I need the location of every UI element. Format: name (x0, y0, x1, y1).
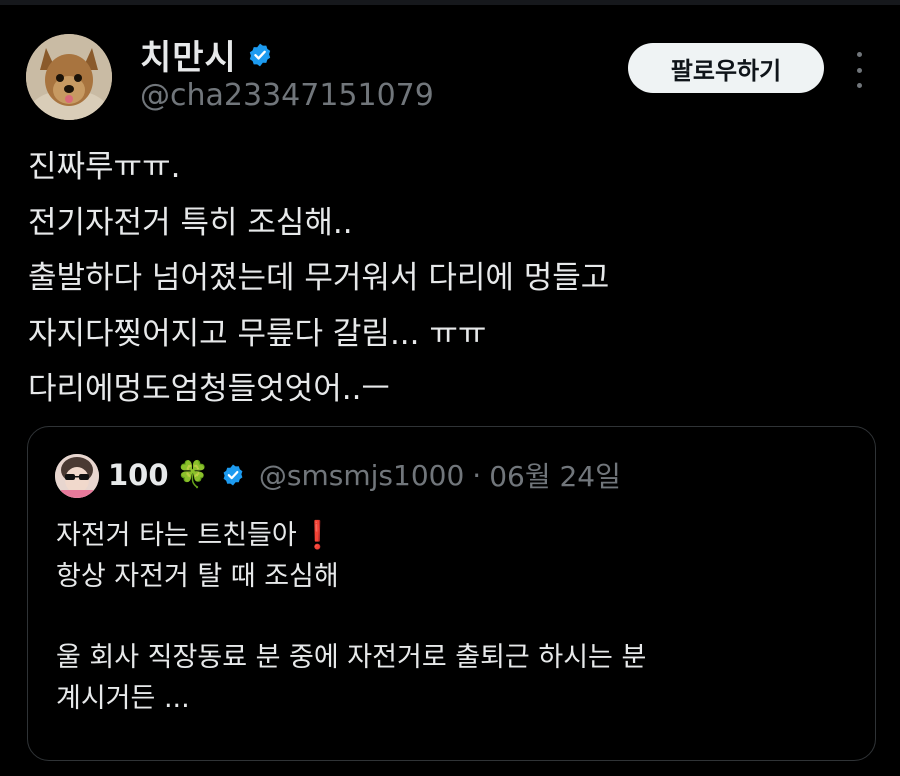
quoted-line: 항상 자전거 탈 때 조심해 (56, 561, 339, 592)
top-divider (0, 0, 900, 5)
quoted-line: 계시거든 ... (56, 683, 190, 714)
quoted-tweet-text: 자전거 타는 트친들아 ❗ 항상 자전거 탈 때 조심해 울 회사 직장동료 분 … (56, 515, 856, 719)
verified-badge-icon (249, 43, 271, 66)
author-handle[interactable]: @cha23347151079 (140, 78, 434, 113)
quoted-handle[interactable]: @smsmjs1000 (259, 459, 464, 492)
dot (856, 67, 862, 73)
dot (856, 83, 862, 88)
clover-emoji: 🍀 (176, 460, 209, 490)
tweet-line: 출발하다 넘어졌는데 무거워서 다리에 멍들고 (28, 260, 610, 296)
quoted-tweet-card[interactable]: 100 🍀 @smsmjs1000 · 06월 24일 자전거 타는 트친들아 ❗… (27, 426, 876, 761)
quoted-date[interactable]: 06월 24일 (489, 455, 621, 495)
meta-separator: · (472, 458, 482, 492)
author-display-name[interactable]: 치만시 (140, 30, 237, 79)
dog-avatar-image (26, 34, 112, 120)
tweet-line: 자지다찢어지고 무릎다 갈림... ㅠㅠ (28, 315, 487, 352)
tweet-line: 진짜루ㅠㅠ. (28, 149, 181, 185)
tweet-line: 다리에멍도엄청들엇엇어..ㅡ (28, 371, 390, 407)
author-avatar[interactable] (26, 34, 112, 120)
tweet-line: 전기자전거 특히 조심해.. (28, 204, 353, 241)
more-dots-icon[interactable] (848, 52, 870, 88)
exclamation-emoji: ❗ (300, 520, 335, 551)
quoted-display-name[interactable]: 100 (108, 458, 169, 492)
tweet-text: 진짜루ㅠㅠ. 전기자전거 특히 조심해.. 출발하다 넘어졌는데 무거워서 다리… (28, 140, 868, 418)
quoted-line: 자전거 타는 트친들아 ❗ (56, 515, 856, 556)
dot (856, 52, 862, 57)
sunglasses-avatar-image (55, 454, 99, 498)
quoted-line: 울 회사 직장동료 분 중에 자전거로 출퇴근 하시는 분 (56, 642, 647, 673)
quoted-line-text: 자전거 타는 트친들아 (56, 520, 297, 551)
quoted-author-avatar[interactable] (55, 454, 99, 498)
verified-badge-icon (223, 464, 243, 486)
follow-button[interactable]: 팔로우하기 (628, 43, 824, 93)
